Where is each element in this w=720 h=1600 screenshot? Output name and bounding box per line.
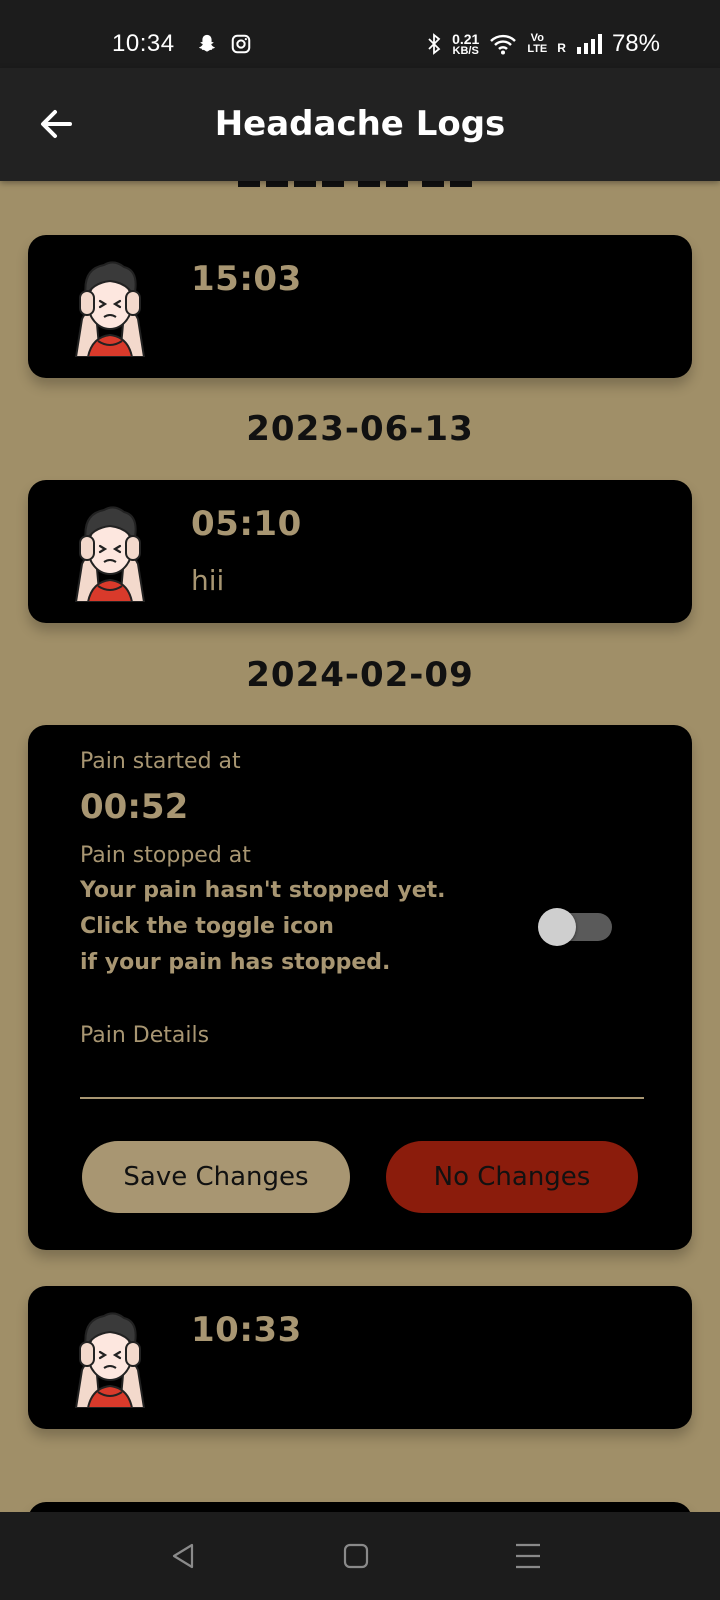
square-home-icon[interactable]: [340, 1540, 372, 1572]
pain-details-label: Pain Details: [80, 1023, 210, 1048]
menu-lines-icon[interactable]: [512, 1540, 544, 1572]
headache-person-icon: [74, 506, 146, 602]
notice-line: if your pain has stopped.: [80, 950, 391, 975]
signal-icon: [576, 34, 602, 54]
headache-person-icon: [74, 261, 146, 357]
pain-stopped-toggle[interactable]: [538, 908, 612, 946]
pain-started-time: 00:52: [80, 787, 189, 827]
pain-details-input[interactable]: [80, 1059, 644, 1099]
bluetooth-icon: [428, 33, 441, 55]
date-heading-partial-glyphs: [238, 181, 472, 187]
network-speed-unit: KB/S: [452, 44, 479, 57]
page-title: Headache Logs: [214, 104, 506, 144]
status-time: 10:34: [112, 30, 175, 57]
edit-log-card: Pain started at 00:52 Pain stopped at Yo…: [28, 725, 692, 1250]
roaming-indicator: R: [557, 41, 566, 55]
network-speed: 0.21 KB/S: [452, 32, 479, 57]
log-note: hii: [191, 564, 225, 597]
log-card[interactable]: 05:10 hii: [28, 480, 692, 623]
snapchat-icon: [199, 34, 215, 52]
volte-indicator: Vo LTE: [527, 33, 547, 55]
notice-line: Your pain hasn't stopped yet.: [80, 878, 446, 903]
log-card[interactable]: 10:33: [28, 1286, 692, 1429]
app-bar: Headache Logs: [0, 68, 720, 181]
status-left-icons: [196, 33, 252, 55]
headache-log-list[interactable]: 15:03 2023-06-13 05:10 hii 2024-02-09 Pa…: [0, 181, 720, 1512]
log-card-partial[interactable]: [28, 1502, 692, 1512]
instagram-icon: [231, 34, 251, 54]
status-bar: 10:34 0.21 KB/S Vo LTE R 78%: [0, 0, 720, 68]
volte-bottom: LTE: [527, 43, 548, 55]
date-heading-partial: [0, 181, 720, 189]
log-time: 05:10: [191, 504, 302, 544]
battery-level: 78%: [611, 30, 660, 57]
no-changes-button[interactable]: No Changes: [386, 1141, 638, 1213]
date-heading: 2024-02-09: [246, 655, 474, 695]
pain-not-stopped-notice: Your pain hasn't stopped yet. Click the …: [80, 873, 510, 981]
pain-stopped-label: Pain stopped at: [80, 843, 251, 868]
network-speed-value: 0.21: [452, 30, 480, 47]
headache-person-icon: [74, 1312, 146, 1408]
save-changes-button[interactable]: Save Changes: [82, 1141, 350, 1213]
date-heading: 2023-06-13: [246, 409, 474, 449]
status-right-icons: 0.21 KB/S Vo LTE R 78%: [426, 30, 660, 58]
triangle-back-icon[interactable]: [168, 1540, 200, 1572]
log-card[interactable]: 15:03: [28, 235, 692, 378]
log-time: 10:33: [191, 1310, 302, 1350]
notice-line: Click the toggle icon: [80, 914, 334, 939]
log-time: 15:03: [191, 259, 302, 299]
wifi-icon: [490, 34, 517, 55]
toggle-knob: [538, 908, 576, 946]
system-nav-bar: [0, 1512, 720, 1600]
pain-started-label: Pain started at: [80, 749, 241, 774]
